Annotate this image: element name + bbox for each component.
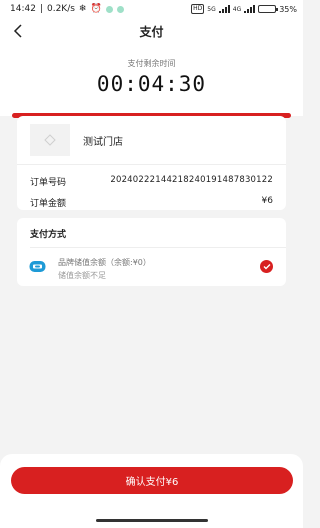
status-separator: | [39, 4, 43, 14]
payment-option-note: 储值余额不足 [58, 271, 106, 280]
payment-option-text: 品牌储值余额（余额:¥0） 储值余额不足 [58, 257, 151, 281]
confirm-pay-button[interactable]: 确认支付¥6 [11, 467, 293, 494]
order-card: 测试门店 订单号码 20240222144218240191487830122 … [17, 116, 286, 210]
network-speed: 0.2K/s [46, 4, 75, 14]
store-name: 测试门店 [83, 136, 123, 148]
status-bar: 14:42 | 0.2K/s ❄ ⏰ HD 5G 4G 35% [0, 0, 303, 18]
app-dot-icon [116, 5, 124, 13]
page-title: 支付 [139, 24, 164, 39]
signal-icon [244, 5, 256, 13]
order-number-value: 20240222144218240191487830122 [110, 175, 273, 185]
alarm-icon: ⏰ [90, 4, 102, 14]
order-amount-label: 订单金额 [30, 199, 67, 209]
image-placeholder-icon [30, 124, 70, 156]
order-number-row: 订单号码 20240222144218240191487830122 [17, 175, 286, 188]
countdown-time: 00:04:30 [96, 72, 207, 96]
snowflake-icon: ❄ [78, 4, 87, 14]
payment-option-stored-value[interactable]: 品牌储值余额（余额:¥0） 储值余额不足 [17, 248, 286, 281]
hd-badge: HD [191, 4, 205, 14]
app-dot-icon [105, 5, 113, 13]
divider [17, 164, 286, 165]
status-time: 14:42 [10, 4, 36, 14]
payment-method-title: 支付方式 [30, 230, 67, 240]
home-indicator[interactable] [96, 519, 208, 522]
signal-icon [218, 5, 230, 13]
bottom-panel: 确认支付¥6 [0, 454, 303, 528]
order-amount-value: ¥6 [261, 196, 273, 206]
order-amount-row: 订单金额 ¥6 [17, 196, 286, 209]
chevron-left-icon[interactable] [8, 20, 28, 42]
status-left: 14:42 | 0.2K/s ❄ ⏰ [10, 4, 124, 14]
status-right: HD 5G 4G 35% [191, 4, 297, 14]
battery-percent: 35% [279, 4, 297, 14]
wallet-icon [29, 261, 46, 272]
signal1-label: 5G [207, 5, 216, 13]
countdown-area: 支付剩余时间 00:04:30 [0, 44, 303, 116]
store-row: 测试门店 [17, 116, 286, 156]
check-icon[interactable] [260, 260, 273, 273]
payment-method-card: 支付方式 品牌储值余额（余额:¥0） 储值余额不足 [17, 218, 286, 286]
battery-icon [258, 5, 279, 13]
signal2-label: 4G [232, 5, 242, 13]
order-number-label: 订单号码 [30, 178, 67, 188]
payment-option-name: 品牌储值余额（余额:¥0） [58, 258, 151, 267]
countdown-label: 支付剩余时间 [127, 59, 176, 68]
nav-bar: 支付 [0, 18, 303, 44]
